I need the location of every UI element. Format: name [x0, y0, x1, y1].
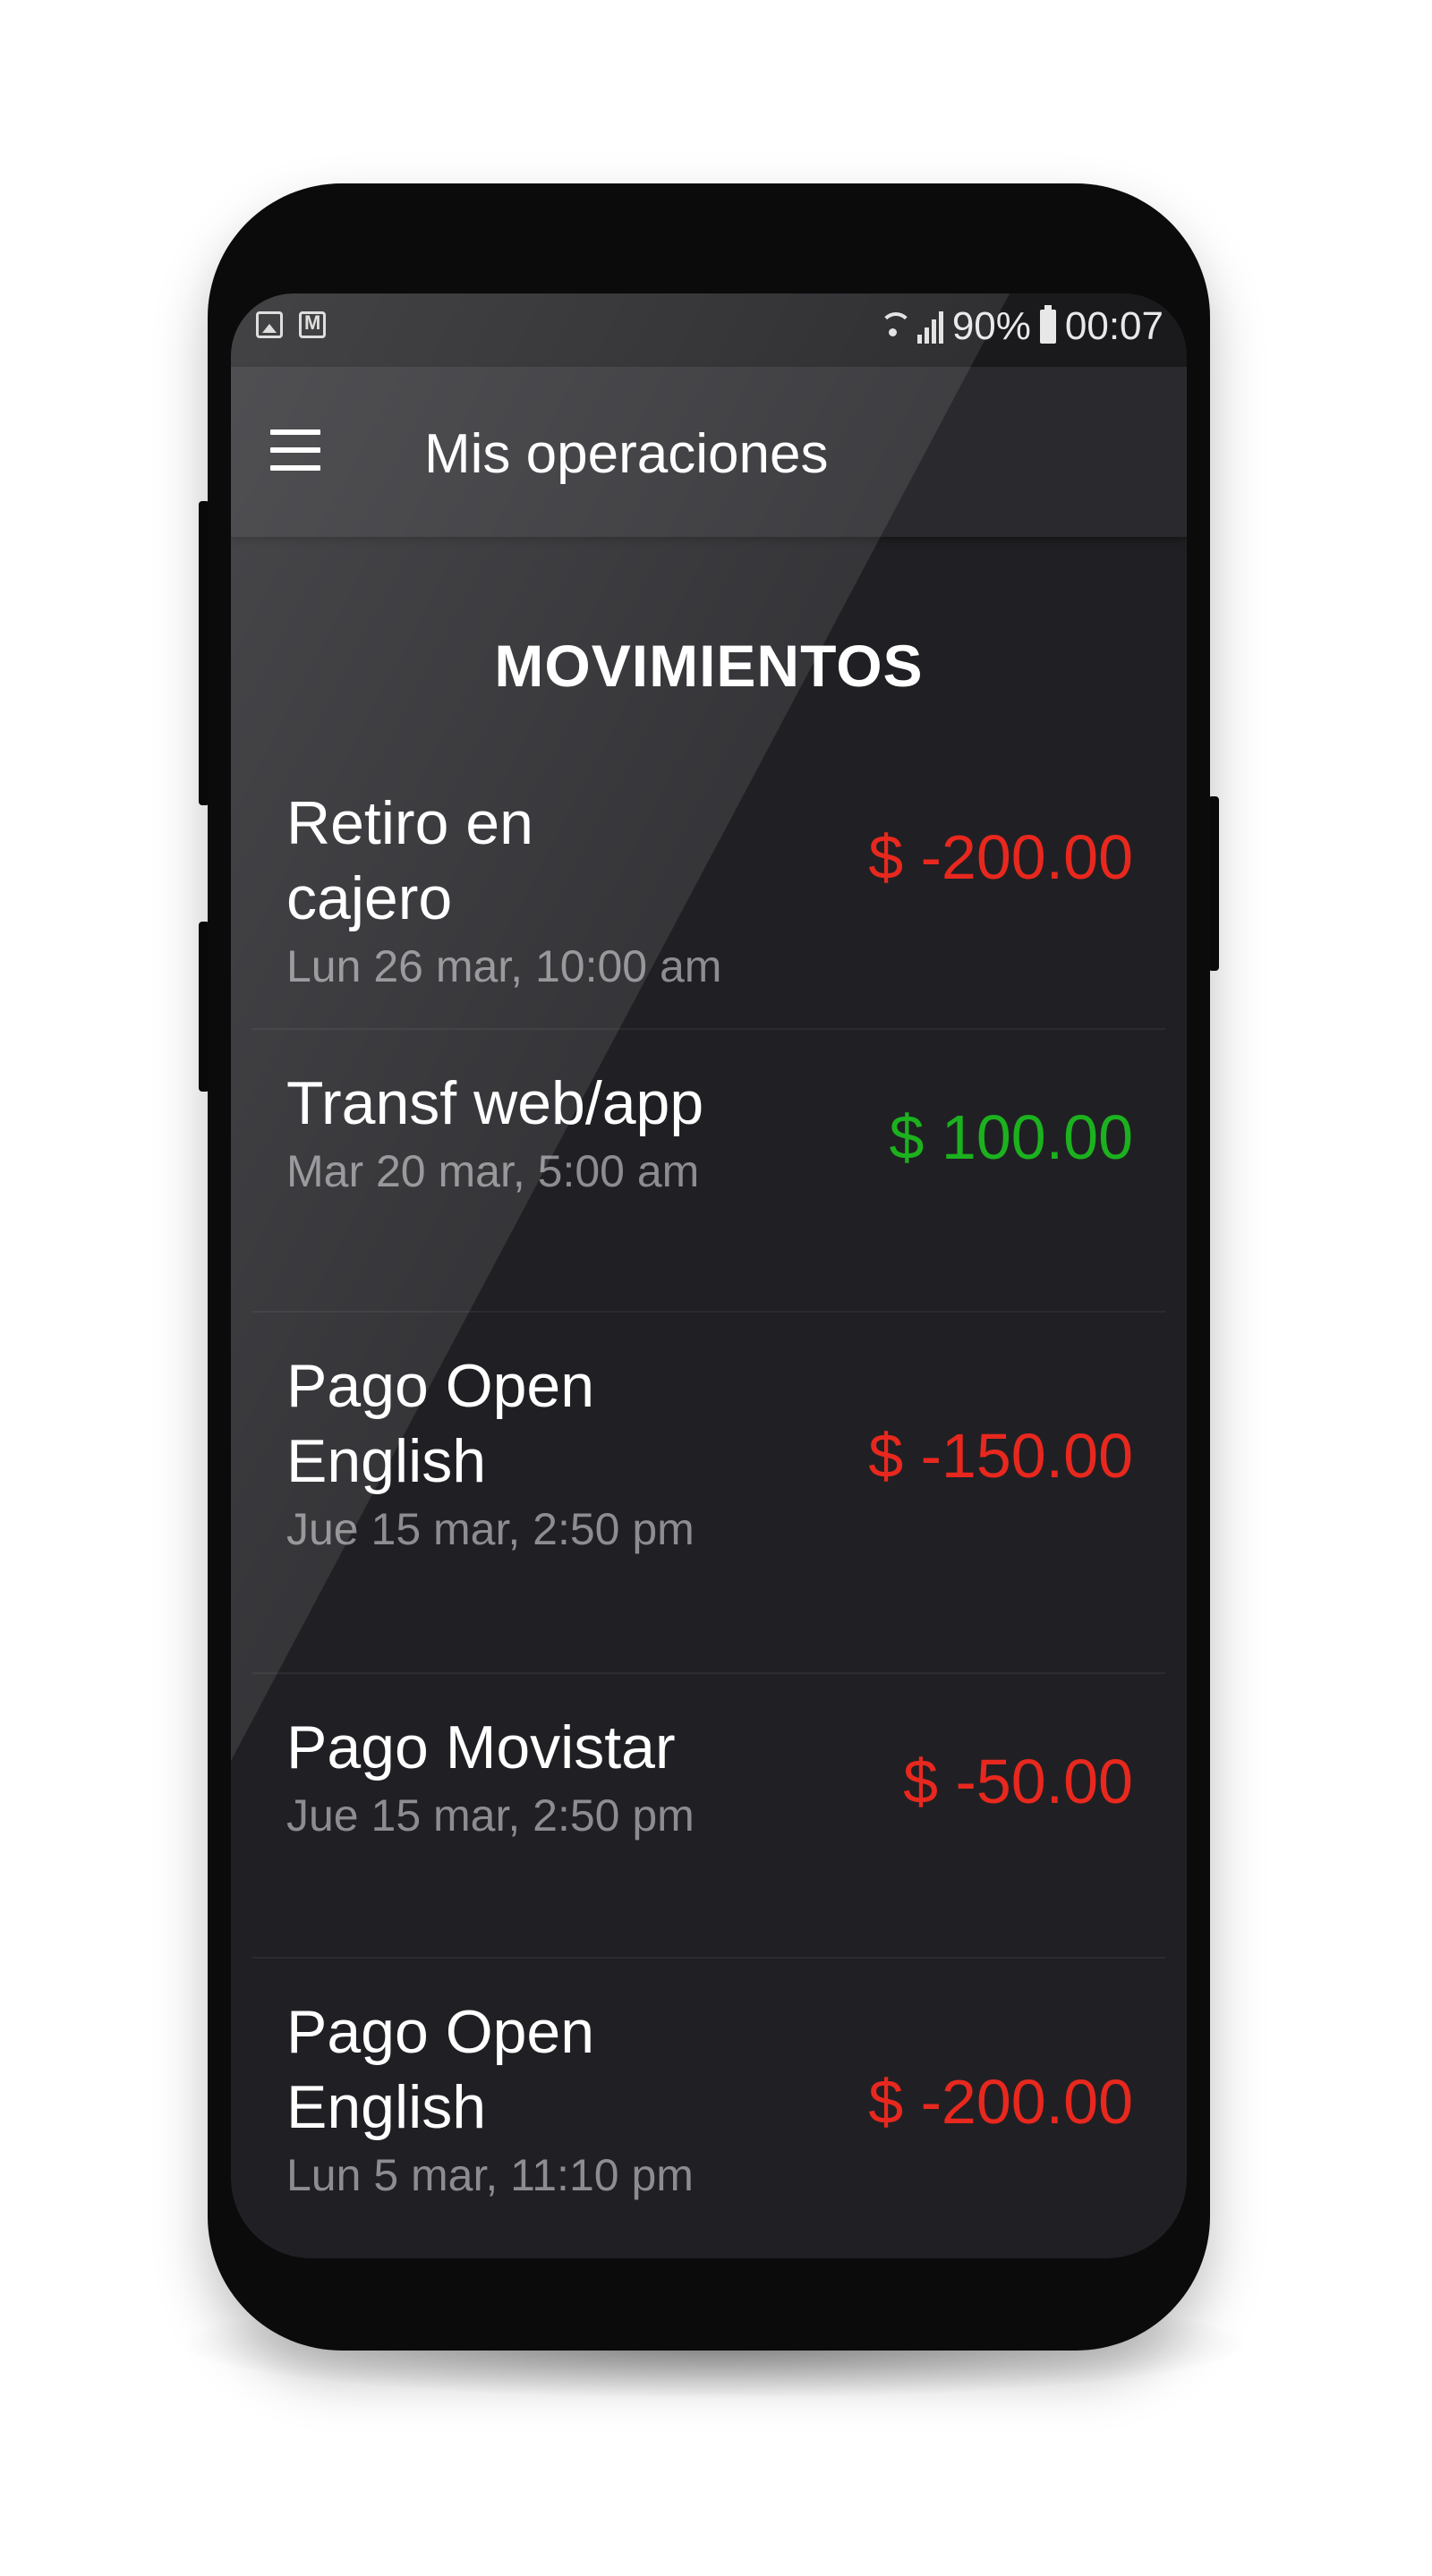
battery-percentage: 90% [951, 304, 1031, 348]
movement-name: Retiro en cajero [286, 789, 533, 932]
movement-item[interactable]: Pago Movistar Jue 15 mar, 2:50 pm $ -50.… [252, 1674, 1165, 1959]
phone-screen: 90% 00:07 Mis operaciones MOVIMIENTOS Re… [231, 293, 1187, 2258]
wifi-icon [878, 309, 912, 344]
movement-item[interactable]: Retiro en cajero Lun 26 mar, 10:00 am $ … [252, 750, 1165, 1030]
signal-icon [916, 310, 943, 344]
movement-amount: $ -200.00 [868, 822, 1133, 892]
clock: 00:07 [1064, 304, 1164, 348]
gmail-icon [299, 311, 326, 338]
movement-name: Pago Movistar [286, 1713, 676, 1781]
movement-item[interactable]: Pago Open English Jue 15 mar, 2:50 pm $ … [252, 1313, 1165, 1674]
movement-date: Lun 26 mar, 10:00 am [286, 941, 722, 991]
app-bar: Mis operaciones [231, 367, 1187, 537]
movement-name: Pago Open English [286, 1352, 595, 1495]
movement-amount: $ -200.00 [868, 2067, 1133, 2137]
movement-amount: $ 100.00 [889, 1102, 1133, 1172]
movement-name: Pago Open English [286, 1998, 595, 2141]
hamburger-menu-icon[interactable] [270, 429, 320, 471]
movement-amount: $ -150.00 [868, 1421, 1133, 1491]
movement-item[interactable]: Pago Open English Lun 5 mar, 11:10 pm $ … [252, 1959, 1165, 2258]
movement-date: Jue 15 mar, 2:50 pm [286, 1504, 695, 1554]
battery-icon [1039, 305, 1056, 344]
gallery-icon [256, 311, 283, 338]
movement-amount: $ -50.00 [903, 1747, 1133, 1816]
movements-list: Retiro en cajero Lun 26 mar, 10:00 am $ … [252, 750, 1165, 2258]
movement-date: Jue 15 mar, 2:50 pm [286, 1790, 695, 1841]
movement-item[interactable]: Transf web/app Mar 20 mar, 5:00 am $ 100… [252, 1030, 1165, 1313]
movement-name: Transf web/app [286, 1069, 704, 1137]
status-bar: 90% 00:07 [231, 293, 1187, 367]
section-title: MOVIMIENTOS [494, 633, 924, 699]
page-title: Mis operaciones [424, 423, 829, 485]
movement-date: Mar 20 mar, 5:00 am [286, 1146, 700, 1196]
movement-date: Lun 5 mar, 11:10 pm [286, 2150, 694, 2200]
